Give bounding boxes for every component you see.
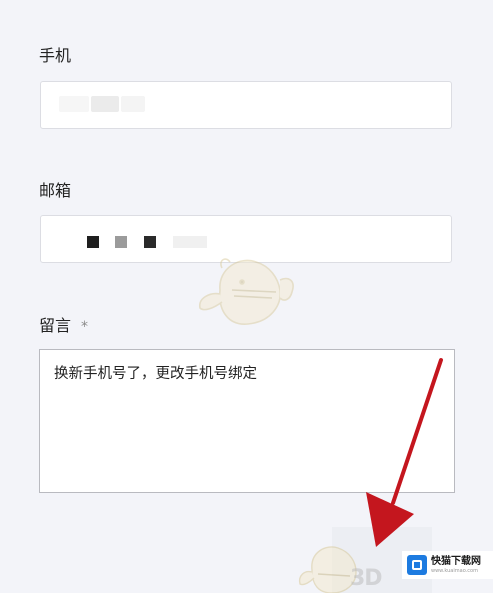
phone-label: 手机 (39, 46, 72, 65)
redacted-phone-blur (59, 96, 89, 112)
email-label: 邮箱 (39, 181, 72, 200)
required-asterisk: * (81, 319, 89, 335)
corner-watermark-text: 3D (350, 566, 383, 591)
redacted-email-pixel (144, 236, 156, 248)
message-label-text: 留言 (39, 316, 72, 335)
message-textarea[interactable]: 换新手机号了，更改手机号绑定 (39, 349, 455, 493)
redacted-email-pixel (173, 236, 207, 248)
email-input[interactable] (40, 215, 452, 263)
brand-url: www.kuaimao.com (431, 567, 478, 574)
message-text: 换新手机号了，更改手机号绑定 (54, 366, 257, 382)
redacted-phone-blur (121, 96, 145, 112)
brand-watermark-badge: 快猫下载网 www.kuaimao.com (402, 551, 493, 579)
redacted-email-pixel (87, 236, 99, 248)
phone-input[interactable] (40, 81, 452, 129)
redacted-phone-blur (91, 96, 119, 112)
brand-name: 快猫下载网 (431, 555, 481, 567)
message-label: 留言 * (39, 316, 88, 337)
brand-logo-icon (407, 555, 427, 575)
redacted-email-pixel (115, 236, 127, 248)
